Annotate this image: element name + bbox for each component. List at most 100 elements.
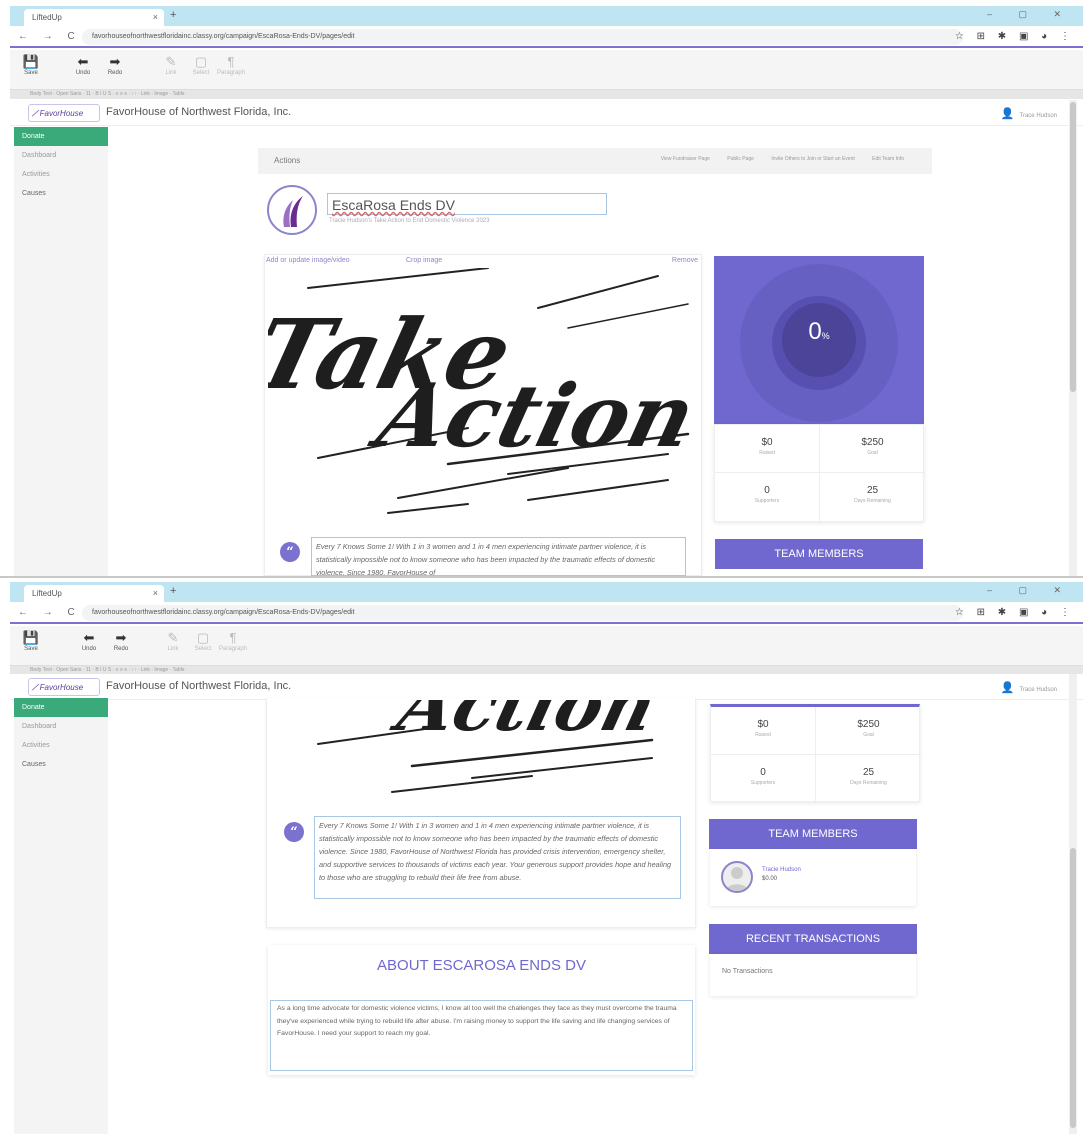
select-icon: ▢ [196,630,210,645]
raised-value: $0 [761,437,773,448]
view-fundraiser-link[interactable]: View Fundraiser Page [661,156,710,162]
paragraph-button[interactable]: ¶ Paragraph [214,54,248,76]
select-label: Select [194,646,212,652]
undo-button[interactable]: ⬅ Undo [66,54,100,76]
sidebar-item-dashboard[interactable]: Dashboard [14,146,108,165]
image-links: Add or update image/video Crop image Rem… [266,257,698,264]
close-tab-icon[interactable]: × [153,12,158,22]
url-field[interactable]: favorhouseofnorthwestfloridainc.classy.o… [82,29,963,45]
recent-transactions-list: No Transactions [710,954,916,996]
quote-icon: “ [280,542,300,562]
address-bar: ← → C favorhouseofnorthwestfloridainc.cl… [10,602,1083,624]
org-logo[interactable]: ⟋ FavorHouse [28,104,100,122]
format-bar[interactable]: Body Text · Open Sans · 11 · B I U S · ≡… [10,90,1083,99]
close-tab-icon[interactable]: × [153,588,158,598]
redo-button[interactable]: ➡ Redo [98,54,132,76]
edit-team-link[interactable]: Edit Team Info [872,156,904,162]
take-action-image[interactable]: Action [272,700,692,796]
scrollbar[interactable] [1069,100,1077,576]
select-icon: ▢ [194,54,208,69]
new-tab-icon[interactable]: + [170,9,176,21]
save-icon: 💾 [22,54,40,69]
about-text-field[interactable]: As a long time advocate for domestic vio… [270,1000,693,1071]
undo-button[interactable]: ⬅ Undo [72,630,106,652]
nav-buttons[interactable]: ← → C [18,31,81,42]
days-label: Days Remaining [854,498,891,504]
select-button[interactable]: ▢ Select [186,630,220,652]
nav-buttons[interactable]: ← → C [18,607,81,618]
stat-goal: $250 Goal [820,425,925,473]
extension-icons[interactable]: ☆ ⊞ ✱ ▣ ◕ ⋮ [955,31,1075,42]
app-header: ⟋ FavorHouse FavorHouse of Northwest Flor… [10,674,1083,700]
window-controls[interactable]: – ▢ ✕ [987,585,1073,596]
screenshot-top: LiftedUp × + – ▢ ✕ ← → C favorhouseofnort… [0,0,1083,576]
sidebar-item-dashboard[interactable]: Dashboard [14,717,108,736]
select-button[interactable]: ▢ Select [184,54,218,76]
campaign-quote-field[interactable]: Every 7 Knows Some 1! With 1 in 3 women … [311,537,686,576]
days-label: Days Remaining [850,780,887,786]
sidebar-item-causes[interactable]: Causes [14,184,108,203]
campaign-title-field[interactable]: EscaRosa Ends DV [327,193,607,215]
sidebar-item-activities[interactable]: Activities [14,736,108,755]
sidebar-item-activities[interactable]: Activities [14,165,108,184]
scrollbar-thumb[interactable] [1070,848,1076,1128]
user-name: Trace Hudson [1019,687,1057,693]
undo-label: Undo [75,70,91,76]
select-label: Select [192,70,210,76]
progress-card: 0% [714,256,924,424]
scrollbar-thumb[interactable] [1070,102,1076,392]
browser-tab[interactable]: LiftedUp × [24,9,164,26]
remove-image-link[interactable]: Remove [672,257,698,264]
goal-label: Goal [867,450,878,456]
save-button[interactable]: 💾 Save [14,54,48,76]
browser-tab-strip: LiftedUp × + – ▢ ✕ [10,6,1083,26]
quote-icon: “ [284,822,304,842]
paragraph-button[interactable]: ¶ Paragraph [216,630,250,652]
save-label: Save [24,70,38,76]
sidebar-item-donate[interactable]: Donate [14,698,108,717]
stat-supporters: 0 Supporters [711,755,816,803]
new-tab-icon[interactable]: + [170,585,176,597]
user-menu[interactable]: 👤 Trace Hudson [1001,107,1057,120]
progress-suffix: % [821,331,830,341]
link-button[interactable]: ✎ Link [154,54,188,76]
window-controls[interactable]: – ▢ ✕ [987,9,1073,20]
campaign-quote-field[interactable]: Every 7 Knows Some 1! With 1 in 3 women … [314,816,681,899]
campaign-title: EscaRosa Ends DV [332,197,455,213]
crop-image-link[interactable]: Crop image [406,257,442,264]
link-button[interactable]: ✎ Link [156,630,190,652]
extension-icons[interactable]: ☆ ⊞ ✱ ▣ ◕ ⋮ [955,607,1075,618]
add-image-link[interactable]: Add or update image/video [266,257,350,264]
raised-label: Raised [755,732,771,738]
stat-raised: $0 Raised [715,425,820,473]
days-value: 25 [862,767,875,778]
campaign-avatar[interactable] [267,185,317,235]
scrollbar[interactable] [1069,674,1077,1134]
browser-tab[interactable]: LiftedUp × [24,585,164,602]
sidebar-item-donate[interactable]: Donate [14,127,108,146]
take-action-image[interactable]: Take Action [268,268,698,520]
campaign-subtitle[interactable]: Tracie Hudson's Take Action to End Domes… [329,218,489,224]
redo-button[interactable]: ➡ Redo [104,630,138,652]
save-icon: 💾 [22,630,40,645]
org-logo[interactable]: ⟋ FavorHouse [28,678,100,696]
actions-label: Actions [274,156,301,165]
redo-label: Redo [107,70,123,76]
team-members-header: TEAM MEMBERS [715,539,923,569]
save-button[interactable]: 💾 Save [14,630,48,652]
goal-value: $250 [861,437,884,448]
sidebar-item-causes[interactable]: Causes [14,755,108,774]
stat-days-remaining: 25 Days Remaining [820,473,925,521]
link-label: Link [167,646,179,652]
actions-bar: Actions View Fundraiser Page Public Page… [258,148,932,174]
browser-tab-strip: LiftedUp × + – ▢ ✕ [10,582,1083,602]
org-name: FavorHouse of Northwest Florida, Inc. [106,680,292,692]
member-avatar[interactable] [721,861,753,893]
url-field[interactable]: favorhouseofnorthwestfloridainc.classy.o… [82,605,963,621]
invite-others-link[interactable]: Invite Others to Join or Start an Event [771,156,854,162]
user-menu[interactable]: 👤 Trace Hudson [1001,681,1057,694]
member-name[interactable]: Tracie Hudson [762,867,801,873]
user-name: Trace Hudson [1019,113,1057,119]
stats-card: $0 Raised $250 Goal 0 Supporters 25 Days Rem… [714,424,925,522]
public-page-link[interactable]: Public Page [727,156,754,162]
